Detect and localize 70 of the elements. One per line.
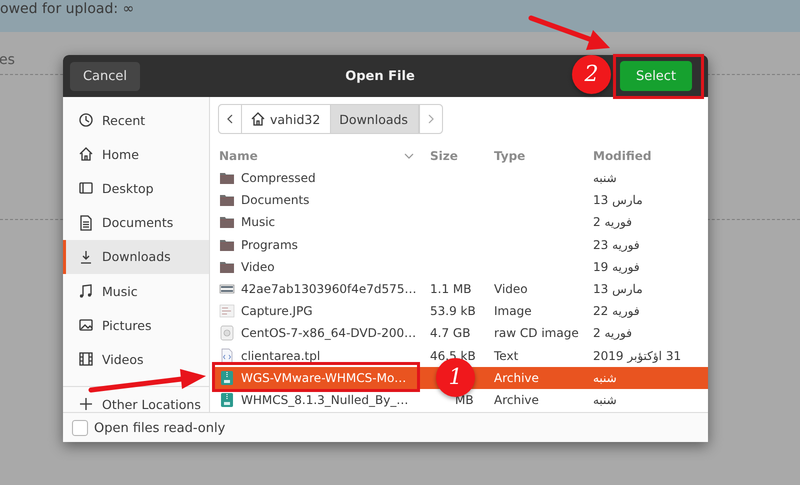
music-note-icon — [78, 283, 94, 300]
file-name: CentOS-7-x86_64-DVD-200… — [241, 326, 416, 340]
picture-icon — [78, 317, 94, 334]
forward-button[interactable] — [418, 104, 443, 134]
file-name: WGS-VMware-WHMCS-Mo… — [241, 370, 406, 385]
file-type: Text — [494, 348, 518, 363]
plus-icon — [78, 396, 94, 412]
folder-icon — [219, 214, 235, 230]
document-icon — [78, 214, 94, 231]
back-button[interactable] — [218, 104, 242, 134]
modified-date: شنبه — [593, 392, 617, 407]
sidebar-item[interactable]: Music — [63, 274, 209, 308]
file-size: 1.1 MB — [430, 282, 472, 296]
checkbox[interactable] — [72, 420, 88, 436]
file-name: Video — [241, 260, 275, 274]
file-size: 4.7 GB — [430, 326, 470, 340]
file-size: 53.9 kB — [430, 304, 476, 318]
code-file-icon — [219, 348, 235, 364]
film-icon — [78, 351, 94, 368]
clock-icon — [78, 112, 94, 128]
sidebar-item[interactable]: Other Locations — [63, 392, 209, 412]
path-segment[interactable]: vahid32 — [242, 104, 332, 134]
modified-date: فوریه 19 — [593, 260, 640, 274]
file-type: raw CD image — [494, 326, 579, 340]
sidebar-item[interactable]: Downloads — [63, 240, 209, 274]
archive-icon — [219, 392, 235, 408]
sidebar-item[interactable]: Pictures — [63, 308, 209, 342]
dialog-title: Open File — [345, 68, 415, 84]
page-text: es — [0, 52, 16, 68]
file-name: Compressed — [241, 171, 316, 186]
file-name: Documents — [241, 193, 310, 208]
sidebar-item[interactable]: Desktop — [63, 171, 209, 206]
file-name: Programs — [241, 238, 298, 252]
upload-limit-text: owed for upload: ∞ — [0, 1, 134, 17]
chevron-right-icon — [428, 114, 434, 124]
cancel-button[interactable]: Cancel — [70, 62, 140, 90]
modified-date: مارس 13 — [593, 282, 643, 296]
file-type: Image — [494, 304, 532, 318]
sidebar-item[interactable]: Documents — [63, 206, 209, 240]
modified-date: فوریه 23 — [593, 238, 640, 252]
modified-date: فوریه 22 — [593, 304, 640, 318]
file-type: Archive — [494, 370, 539, 385]
modified-date: 31 اؤکتؤبر 2019 — [593, 348, 682, 363]
image-file-icon — [219, 303, 235, 320]
download-icon — [78, 248, 94, 265]
folder-icon — [219, 170, 235, 186]
file-name: Capture.JPG — [241, 304, 313, 318]
file-name: Music — [241, 215, 276, 230]
sidebar-item[interactable]: Videos — [63, 342, 209, 376]
sidebar-item[interactable]: Home — [63, 137, 209, 172]
home-icon — [250, 111, 266, 127]
archive-icon — [219, 370, 235, 386]
modified-date: شنبه — [593, 171, 617, 186]
modified-date: فوریه 2 — [593, 215, 632, 230]
folder-icon — [219, 192, 235, 208]
path-segment[interactable]: Downloads — [331, 104, 419, 134]
file-name: WHMCS_8.1.3_Nulled_By_… — [241, 392, 408, 407]
sort-caret-icon — [404, 153, 414, 159]
file-type: Archive — [494, 392, 539, 407]
modified-date: مارس 13 — [593, 193, 643, 208]
file-name: clientarea.tpl — [241, 348, 320, 363]
desktop-icon — [78, 180, 94, 196]
checkbox-label: Open files read-only — [94, 420, 226, 436]
home-icon — [78, 146, 94, 162]
file-type: Video — [494, 282, 528, 296]
modified-date: فوریه 2 — [593, 326, 632, 340]
modified-date: شنبه — [593, 370, 617, 385]
sidebar-item[interactable]: Recent — [63, 103, 209, 138]
chevron-left-icon — [227, 114, 233, 124]
file-name: 42ae7ab1303960f4e7d575… — [241, 282, 416, 296]
